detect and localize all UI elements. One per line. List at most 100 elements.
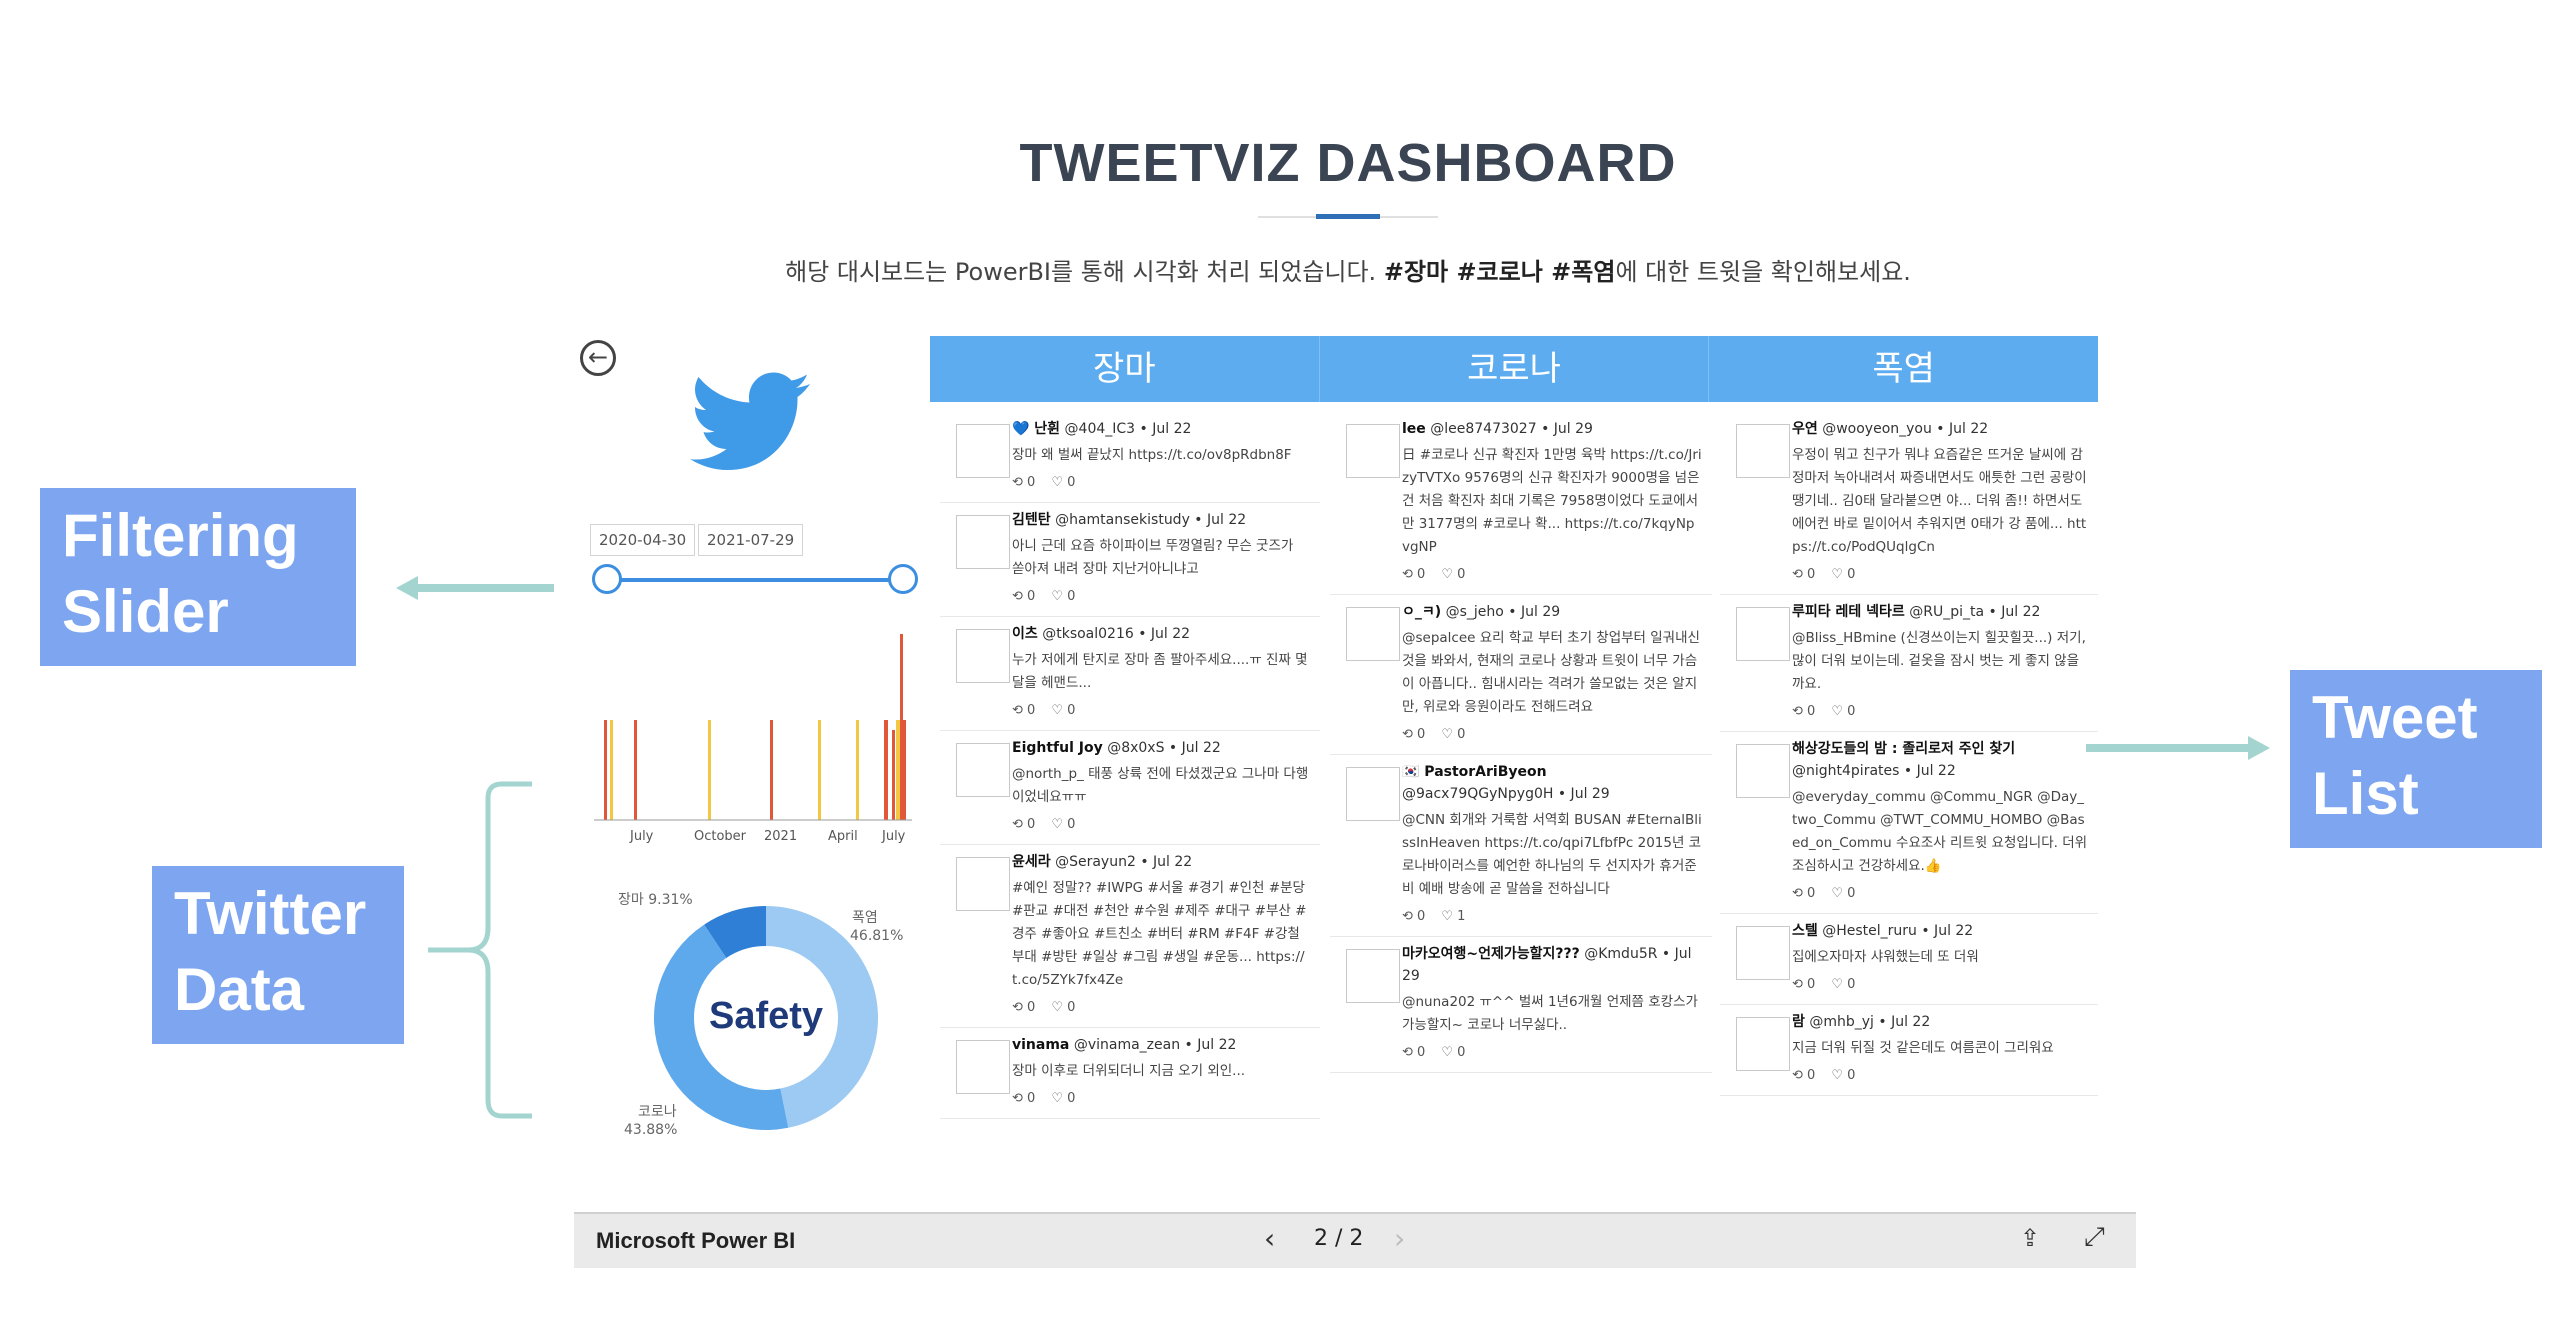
powerbi-brand[interactable]: Microsoft Power BI	[596, 1228, 795, 1254]
avatar[interactable]	[1346, 949, 1400, 1003]
tweet-author[interactable]: 💙 난휜	[1012, 421, 1060, 437]
chevron-right-icon[interactable]: ›	[1394, 1222, 1405, 1255]
tweet-item[interactable]: ㅇ_ㅋ) @s_jeho • Jul 29 @sepalcee 요리 학교 부터 …	[1330, 595, 1712, 755]
like-count[interactable]: ♡ 0	[1441, 1045, 1465, 1060]
tweet-handle-date[interactable]: @vinama_zean • Jul 22	[1074, 1037, 1237, 1053]
tweet-author[interactable]: lee	[1402, 421, 1426, 437]
tweet-author[interactable]: 마카오여행~언제가능할지???	[1402, 946, 1580, 962]
avatar[interactable]	[956, 629, 1010, 683]
tweet-item[interactable]: 루피타 레테 넥타르 @RU_pi_ta • Jul 22 @Bliss_HBmi…	[1720, 595, 2098, 732]
tweet-handle-date[interactable]: @Serayun2 • Jul 22	[1055, 854, 1192, 870]
tweet-item[interactable]: Eightful Joy @8x0xS • Jul 22 @north_p_ 태풍…	[940, 731, 1320, 845]
retweet-count[interactable]: ⟲ 0	[1012, 817, 1035, 832]
start-date-input[interactable]: 2020-04-30	[590, 524, 696, 556]
retweet-count[interactable]: ⟲ 0	[1402, 1045, 1425, 1060]
like-count[interactable]: ♡ 0	[1051, 703, 1075, 718]
like-count[interactable]: ♡ 0	[1831, 886, 1855, 901]
retweet-count[interactable]: ⟲ 0	[1012, 475, 1035, 490]
tweet-handle-date[interactable]: @hamtansekistudy • Jul 22	[1055, 512, 1246, 528]
tweet-handle-date[interactable]: @404_IC3 • Jul 22	[1065, 421, 1192, 437]
avatar[interactable]	[1346, 424, 1400, 478]
tweet-item[interactable]: 이츠 @tksoal0216 • Jul 22 누가 저에게 탄지로 장마 좀 팔…	[940, 617, 1320, 731]
tweet-handle-date[interactable]: @Hestel_ruru • Jul 22	[1822, 923, 1973, 939]
retweet-count[interactable]: ⟲ 0	[1792, 704, 1815, 719]
avatar[interactable]	[1346, 767, 1400, 821]
chevron-left-icon[interactable]: ‹	[1264, 1222, 1275, 1255]
tweet-author[interactable]: 스텔	[1792, 923, 1818, 939]
tweet-handle-date[interactable]: @lee87473027 • Jul 29	[1430, 421, 1593, 437]
avatar[interactable]	[1736, 926, 1790, 980]
like-count[interactable]: ♡ 0	[1831, 977, 1855, 992]
avatar[interactable]	[956, 424, 1010, 478]
avatar[interactable]	[1346, 607, 1400, 661]
like-count[interactable]: ♡ 1	[1441, 909, 1465, 924]
tweet-author[interactable]: 람	[1792, 1014, 1805, 1030]
like-count[interactable]: ♡ 0	[1441, 567, 1465, 582]
retweet-count[interactable]: ⟲ 0	[1012, 1000, 1035, 1015]
tweet-author[interactable]: 해상강도들의 밤 : 졸리로저 주인 찾기	[1792, 741, 2015, 757]
tweet-handle-date[interactable]: @tksoal0216 • Jul 22	[1042, 626, 1190, 642]
tweet-item[interactable]: vinama @vinama_zean • Jul 22 장마 이후로 더위되더니…	[940, 1028, 1320, 1119]
like-count[interactable]: ♡ 0	[1831, 704, 1855, 719]
date-slider-end-handle[interactable]	[888, 564, 918, 594]
avatar[interactable]	[1736, 607, 1790, 661]
like-count[interactable]: ♡ 0	[1051, 1000, 1075, 1015]
retweet-count[interactable]: ⟲ 0	[1792, 977, 1815, 992]
tweet-author[interactable]: 윤세라	[1012, 854, 1051, 870]
tweet-handle-date[interactable]: @9acx79QGyNpyg0H • Jul 29	[1402, 786, 1610, 802]
tweet-column-corona[interactable]: lee @lee87473027 • Jul 29 日 #코로나 신규 확진자 1…	[1330, 412, 1712, 1192]
avatar[interactable]	[956, 515, 1010, 569]
back-arrow-icon[interactable]: ←	[580, 340, 616, 376]
tweet-item[interactable]: 우연 @wooyeon_you • Jul 22 우정이 뭐고 친구가 뭐냐 요즘…	[1720, 412, 2098, 595]
retweet-count[interactable]: ⟲ 0	[1792, 886, 1815, 901]
date-slider-start-handle[interactable]	[592, 564, 622, 594]
tweet-author[interactable]: 김텐탄	[1012, 512, 1051, 528]
tweet-author[interactable]: vinama	[1012, 1037, 1069, 1053]
tweet-handle-date[interactable]: @wooyeon_you • Jul 22	[1822, 421, 1988, 437]
retweet-count[interactable]: ⟲ 0	[1402, 727, 1425, 742]
tweet-author[interactable]: 🇰🇷 PastorAriByeon	[1402, 764, 1547, 780]
like-count[interactable]: ♡ 0	[1831, 1068, 1855, 1083]
retweet-count[interactable]: ⟲ 0	[1012, 703, 1035, 718]
like-count[interactable]: ♡ 0	[1051, 589, 1075, 604]
tweet-handle-date[interactable]: @s_jeho • Jul 29	[1446, 604, 1561, 620]
retweet-count[interactable]: ⟲ 0	[1402, 567, 1425, 582]
tweet-column-pokyeom[interactable]: 우연 @wooyeon_you • Jul 22 우정이 뭐고 친구가 뭐냐 요즘…	[1720, 412, 2098, 1192]
like-count[interactable]: ♡ 0	[1441, 727, 1465, 742]
tweet-item[interactable]: 람 @mhb_yj • Jul 22 지금 더워 뒤질 것 같은데도 여름콘이 그…	[1720, 1005, 2098, 1096]
retweet-count[interactable]: ⟲ 0	[1792, 567, 1815, 582]
like-count[interactable]: ♡ 0	[1051, 1091, 1075, 1106]
like-count[interactable]: ♡ 0	[1051, 817, 1075, 832]
tweet-handle-date[interactable]: @8x0xS • Jul 22	[1107, 740, 1221, 756]
share-icon[interactable]: ⇪	[2020, 1224, 2040, 1252]
avatar[interactable]	[956, 1040, 1010, 1094]
tweet-item[interactable]: lee @lee87473027 • Jul 29 日 #코로나 신규 확진자 1…	[1330, 412, 1712, 595]
avatar[interactable]	[956, 743, 1010, 797]
tweet-author[interactable]: ㅇ_ㅋ)	[1402, 604, 1441, 620]
tweet-item[interactable]: 해상강도들의 밤 : 졸리로저 주인 찾기 @night4pirates • J…	[1720, 732, 2098, 914]
tweet-author[interactable]: 루피타 레테 넥타르	[1792, 604, 1905, 620]
date-slider-track[interactable]	[606, 578, 906, 582]
tweet-item[interactable]: 김텐탄 @hamtansekistudy • Jul 22 아니 근데 요즘 하이…	[940, 503, 1320, 617]
expand-icon[interactable]: ⤢	[2084, 1222, 2105, 1253]
tweet-handle-date[interactable]: @RU_pi_ta • Jul 22	[1909, 604, 2040, 620]
tweet-column-jangma[interactable]: 💙 난휜 @404_IC3 • Jul 22 장마 왜 벌써 끝났지 https:…	[940, 412, 1320, 1192]
tweet-author[interactable]: Eightful Joy	[1012, 740, 1103, 756]
retweet-count[interactable]: ⟲ 0	[1012, 1091, 1035, 1106]
tweet-item[interactable]: 마카오여행~언제가능할지??? @Kmdu5R • Jul 29 @nuna202…	[1330, 937, 1712, 1073]
like-count[interactable]: ♡ 0	[1051, 475, 1075, 490]
tweet-item[interactable]: 🇰🇷 PastorAriByeon @9acx79QGyNpyg0H • Jul…	[1330, 755, 1712, 937]
tweet-item[interactable]: 💙 난휜 @404_IC3 • Jul 22 장마 왜 벌써 끝났지 https:…	[940, 412, 1320, 503]
tweet-handle-date[interactable]: @night4pirates • Jul 22	[1792, 763, 1956, 779]
tweet-author[interactable]: 우연	[1792, 421, 1818, 437]
tweet-item[interactable]: 스텔 @Hestel_ruru • Jul 22 집에오자마자 샤워했는데 또 더…	[1720, 914, 2098, 1005]
avatar[interactable]	[1736, 424, 1790, 478]
tweet-handle-date[interactable]: @mhb_yj • Jul 22	[1809, 1014, 1930, 1030]
retweet-count[interactable]: ⟲ 0	[1792, 1068, 1815, 1083]
avatar[interactable]	[956, 857, 1010, 911]
like-count[interactable]: ♡ 0	[1831, 567, 1855, 582]
retweet-count[interactable]: ⟲ 0	[1012, 589, 1035, 604]
end-date-input[interactable]: 2021-07-29	[698, 524, 804, 556]
tweet-author[interactable]: 이츠	[1012, 626, 1038, 642]
avatar[interactable]	[1736, 1017, 1790, 1071]
